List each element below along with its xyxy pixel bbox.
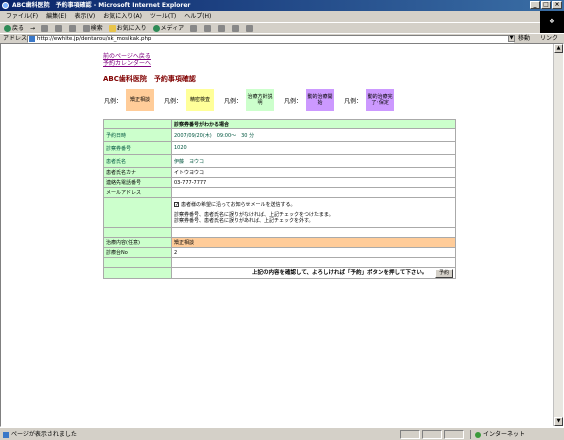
label-phone: 連絡先電話番号 xyxy=(103,177,172,188)
spacer-label-2 xyxy=(103,257,172,268)
home-icon xyxy=(68,25,76,32)
value-email xyxy=(171,187,456,198)
value-chair: 2 xyxy=(171,247,456,258)
page-icon xyxy=(3,431,9,438)
menu-bar: ファイル(F) 編集(E) 表示(V) お気に入り(A) ツール(T) ヘルプ(… xyxy=(0,11,564,22)
page-title: ABC歯科医院 予約事項確認 xyxy=(103,75,196,83)
label-email: メールアドレス xyxy=(103,187,172,198)
confirm-text: 上記の内容を確認して、よろしければ「予約」ボタンを押して下さい。 xyxy=(251,270,428,276)
legend-detailed-exam: 精密検査 xyxy=(186,89,215,111)
star-icon xyxy=(108,25,116,32)
menu-tools[interactable]: ツール(T) xyxy=(150,13,176,20)
scroll-up-icon[interactable]: ▲ xyxy=(554,44,563,53)
scroll-down-icon[interactable]: ▼ xyxy=(554,417,563,426)
legend: 凡例： 矯正相談 凡例： 精密検査 凡例： 治療方針説明 凡例： 動的治療開始 … xyxy=(104,89,404,111)
legend-treatment-plan: 治療方針説明 xyxy=(246,89,275,111)
legend-label: 凡例： xyxy=(224,98,243,105)
note-line-2: 診察券番号、患者氏名に誤りがあれば、上記チェックを外す。 xyxy=(174,218,314,224)
title-bar: ABC歯科医院 予約事項確認 - Microsoft Internet Expl… xyxy=(0,0,564,11)
ie-logo-icon xyxy=(2,2,9,9)
legend-dynamic-start: 動的治療開始 xyxy=(306,89,335,111)
mail-check-label: 患者様の希望に沿ってお知らせメールを送信する。 xyxy=(181,202,296,208)
legend-label: 凡例： xyxy=(164,98,183,105)
nav-links: 前のページへ戻る 予約カレンダーへ xyxy=(103,53,151,67)
status-cell xyxy=(400,430,420,439)
spacer-value-2 xyxy=(171,257,456,268)
legend-orthodontic-consult: 矯正相談 xyxy=(126,89,155,111)
page-icon xyxy=(29,36,35,42)
page-viewport: 前のページへ戻る 予約カレンダーへ ABC歯科医院 予約事項確認 凡例： 矯正相… xyxy=(0,43,564,427)
mail-checkbox[interactable]: ✓ xyxy=(174,202,179,208)
submit-label-blank xyxy=(103,267,172,279)
value-card-number: 1020 xyxy=(171,141,456,155)
spacer-value xyxy=(171,227,456,238)
discuss-icon xyxy=(245,25,253,32)
label-treatment: 治療内容(任意) xyxy=(103,237,172,248)
menu-edit[interactable]: 編集(E) xyxy=(46,13,66,20)
label-mail-blank xyxy=(103,197,172,228)
label-patient-name: 患者氏名 xyxy=(103,154,172,168)
reserve-button[interactable]: 予約 xyxy=(434,269,453,278)
status-bar: ページが表示されました インターネット xyxy=(0,427,564,440)
menu-view[interactable]: 表示(V) xyxy=(74,13,95,20)
legend-dynamic-complete: 動的治療完了･保定 xyxy=(366,89,395,111)
media-icon xyxy=(152,25,160,32)
menu-help[interactable]: ヘルプ(H) xyxy=(184,13,211,20)
back-arrow-icon xyxy=(4,25,11,32)
link-calendar[interactable]: 予約カレンダーへ xyxy=(103,60,151,67)
table-header: 診察券番号がわかる場合 xyxy=(171,119,456,129)
status-text: ページが表示されました xyxy=(3,428,77,440)
vertical-scrollbar[interactable]: ▲ ▼ xyxy=(553,44,563,426)
submit-cell: 上記の内容を確認して、よろしければ「予約」ボタンを押して下さい。 予約 xyxy=(171,267,456,279)
header-blank xyxy=(103,119,172,129)
print-icon xyxy=(217,25,225,32)
close-button[interactable]: × xyxy=(552,1,562,9)
label-card-number: 診察券番号 xyxy=(103,141,172,155)
globe-icon xyxy=(475,431,481,438)
window-title: ABC歯科医院 予約事項確認 - Microsoft Internet Expl… xyxy=(12,2,191,9)
minimize-button[interactable]: _ xyxy=(530,1,540,9)
menu-file[interactable]: ファイル(F) xyxy=(6,13,38,20)
value-datetime: 2007/09/20(木) 09:00～ 30 分 xyxy=(171,128,456,142)
reservation-table: 診察券番号がわかる場合 予約日時 2007/09/20(木) 09:00～ 30… xyxy=(103,119,456,279)
mail-option-cell: ✓ 患者様の希望に沿ってお知らせメールを送信する。 診察券番号、患者氏名に誤りがな… xyxy=(171,197,456,228)
value-phone: 03-777-7777 xyxy=(171,177,456,188)
toolbar: 戻る → 検索 お気に入り メディア xyxy=(0,22,540,33)
stop-icon xyxy=(40,25,48,32)
maximize-button[interactable]: □ xyxy=(541,1,551,9)
refresh-icon xyxy=(54,25,62,32)
label-patient-kana: 患者氏名カナ xyxy=(103,167,172,178)
windows-logo-icon: ❖ xyxy=(540,11,564,33)
status-cell xyxy=(422,430,442,439)
legend-label: 凡例： xyxy=(104,98,123,105)
status-cell xyxy=(444,430,464,439)
mail-icon xyxy=(203,25,211,32)
legend-label: 凡例： xyxy=(344,98,363,105)
value-patient-name: 伊藤 ヨウコ xyxy=(171,154,456,168)
label-datetime: 予約日時 xyxy=(103,128,172,142)
security-zone: インターネット xyxy=(470,430,525,439)
address-input[interactable]: http://ewhite.jp/dentarou/sk_mosikak.php xyxy=(27,35,514,43)
label-chair: 診療台No xyxy=(103,247,172,258)
spacer-label xyxy=(103,227,172,238)
menu-favorites[interactable]: お気に入り(A) xyxy=(103,13,142,20)
history-icon xyxy=(190,25,198,32)
edit-icon xyxy=(231,25,239,32)
value-patient-kana: イトウヨウコ xyxy=(171,167,456,178)
address-url: http://ewhite.jp/dentarou/sk_mosikak.php xyxy=(37,36,152,42)
address-bar: アドレス(D) http://ewhite.jp/dentarou/sk_mos… xyxy=(0,33,564,43)
legend-label: 凡例： xyxy=(284,98,303,105)
value-treatment: 矯正相談 xyxy=(171,237,456,248)
address-dropdown-icon[interactable]: ▼ xyxy=(508,35,515,42)
link-prev-page[interactable]: 前のページへ戻る xyxy=(103,53,151,60)
search-icon xyxy=(82,25,90,32)
